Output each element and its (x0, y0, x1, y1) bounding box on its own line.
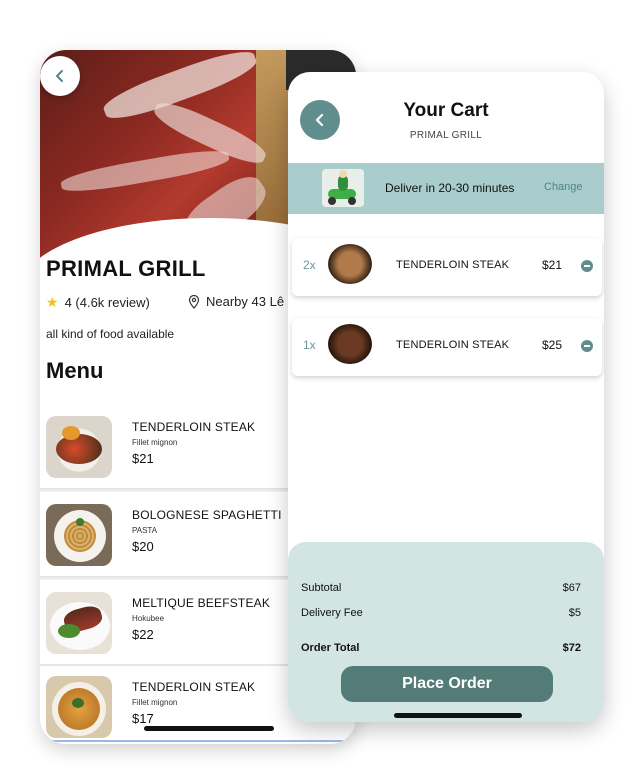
restaurant-description: all kind of food available (46, 327, 175, 341)
cart-item-price: $25 (542, 338, 563, 352)
home-indicator[interactable] (394, 713, 522, 718)
cart-screen: Your Cart PRIMAL GRILL Deliver in 20-30 … (288, 72, 604, 722)
subtotal-value: $67 (562, 582, 581, 594)
place-order-button[interactable]: Place Order (341, 666, 553, 702)
menu-heading: Menu (46, 358, 104, 383)
menu-item-name: TENDERLOIN STEAK (132, 680, 256, 694)
cart-item: 2x TENDERLOIN STEAK $21 (292, 238, 602, 296)
cart-item: 1x TENDERLOIN STEAK $25 (292, 318, 602, 376)
food-image (46, 416, 112, 478)
cart-item-price: $21 (542, 258, 563, 272)
restaurant-location: Nearby 43 Lê C (188, 294, 297, 309)
menu-item-name: BOLOGNESE SPAGHETTI (132, 508, 282, 522)
delivery-fee-row: Delivery Fee $5 (301, 607, 591, 619)
subtotal-row: Subtotal $67 (301, 582, 591, 594)
order-total-value: $72 (562, 642, 581, 654)
menu-item-subtitle: Hokubee (132, 614, 165, 623)
cart-restaurant-name: PRIMAL GRILL (409, 130, 483, 141)
delivery-time-text: Deliver in 20-30 minutes (385, 181, 515, 195)
menu-item-price: $20 (132, 539, 154, 554)
food-image (46, 504, 112, 566)
minus-circle-icon[interactable] (581, 260, 593, 272)
menu-item-name: TENDERLOIN STEAK (132, 420, 256, 434)
cart-item-image (328, 244, 372, 284)
home-indicator[interactable] (144, 726, 274, 731)
menu-item-subtitle: Fillet mignon (132, 698, 178, 707)
back-button[interactable] (40, 56, 80, 96)
change-delivery-link[interactable]: Change (544, 181, 583, 193)
delivery-fee-label: Delivery Fee (301, 607, 363, 619)
menu-item-name: MELTIQUE BEEFSTEAK (132, 596, 271, 610)
rating-text: 4 (4.6k review) (64, 295, 150, 310)
order-total-label: Order Total (301, 642, 360, 654)
food-image (46, 592, 112, 654)
cart-title: Your Cart (403, 100, 489, 121)
cart-item-name: TENDERLOIN STEAK (396, 339, 510, 351)
star-icon: ★ (46, 294, 59, 310)
chevron-left-icon (56, 70, 63, 82)
delivery-scooter-icon (322, 169, 364, 207)
restaurant-name: PRIMAL GRILL (46, 256, 206, 281)
menu-item-subtitle: PASTA (132, 526, 158, 535)
divider (40, 740, 356, 742)
food-image (46, 676, 112, 738)
cart-item-quantity: 1x (303, 338, 316, 352)
delivery-info-bar: Deliver in 20-30 minutes Change (288, 163, 604, 214)
location-text: Nearby 43 Lê C (206, 294, 298, 309)
cart-item-image (328, 324, 372, 364)
cart-item-name: TENDERLOIN STEAK (396, 259, 510, 271)
menu-item-subtitle: Fillet mignon (132, 438, 178, 447)
menu-item-price: $22 (132, 627, 154, 642)
menu-item-price: $21 (132, 451, 154, 466)
restaurant-rating: ★ 4 (4.6k review) (46, 294, 150, 311)
minus-circle-icon[interactable] (581, 340, 593, 352)
cart-item-quantity: 2x (303, 258, 316, 272)
delivery-fee-value: $5 (568, 607, 581, 619)
menu-item-price: $17 (132, 711, 154, 726)
location-pin-icon (188, 294, 200, 309)
order-total-row: Order Total $72 (301, 642, 591, 654)
subtotal-label: Subtotal (301, 582, 342, 594)
